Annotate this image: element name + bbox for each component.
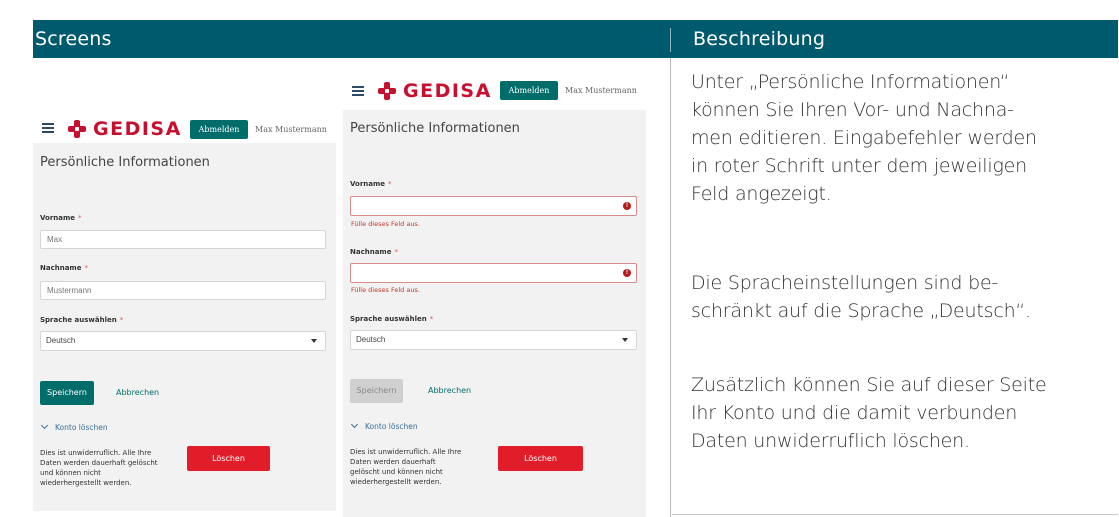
description-paragraph-2: Die Spracheinstellungen sind be- schränk… bbox=[691, 272, 1031, 322]
last-name-field[interactable]: Mustermann bbox=[40, 281, 326, 300]
description-paragraph-1: Unter „Persönliche Informationen“ können… bbox=[691, 71, 1037, 205]
screen1-form: Persönliche Informationen Vorname * Max N… bbox=[33, 143, 336, 511]
language-select[interactable]: Deutsch bbox=[40, 331, 326, 351]
hamburger-icon[interactable] bbox=[352, 86, 364, 96]
first-name-field[interactable]: Max bbox=[40, 230, 326, 249]
screen2-form: Persönliche Informationen Vorname * ! Fül… bbox=[343, 110, 646, 517]
save-button[interactable]: Speichern bbox=[40, 381, 94, 405]
header-screens: Screens bbox=[35, 28, 112, 50]
chevron-down-icon bbox=[40, 421, 49, 430]
page-title: Persönliche Informationen bbox=[40, 155, 210, 170]
delete-warning: Dies ist unwiderruflich. Alle Ihre Daten… bbox=[40, 449, 158, 487]
first-name-label: Vorname * bbox=[40, 214, 82, 222]
header-description: Beschreibung bbox=[693, 28, 826, 50]
cancel-button[interactable]: Abbrechen bbox=[116, 388, 159, 397]
caret-down-icon bbox=[311, 339, 317, 343]
delete-button[interactable]: Löschen bbox=[498, 446, 583, 471]
language-label: Sprache auswählen * bbox=[350, 315, 434, 323]
table-header: Screens Beschreibung bbox=[33, 20, 1118, 58]
cancel-button[interactable]: Abbrechen bbox=[428, 386, 471, 395]
table-bottom-border bbox=[672, 514, 1118, 515]
error-icon: ! bbox=[623, 269, 631, 277]
page-title: Persönliche Informationen bbox=[350, 121, 520, 136]
delete-account-toggle[interactable]: Konto löschen bbox=[40, 421, 108, 432]
save-button-disabled[interactable]: Speichern bbox=[350, 379, 403, 403]
description-paragraph-3: Zusätzlich können Sie auf dieser Seite I… bbox=[691, 374, 1047, 452]
caret-down-icon bbox=[622, 338, 628, 342]
delete-warning: Dies ist unwiderruflich. Alle Ihre Daten… bbox=[350, 448, 462, 486]
brand-logo-text: GEDISA bbox=[93, 118, 182, 140]
column-divider bbox=[670, 58, 671, 517]
gedisa-logo-icon bbox=[68, 120, 86, 138]
gedisa-logo-icon bbox=[378, 82, 396, 100]
logout-button[interactable]: Abmelden bbox=[190, 120, 248, 139]
language-value: Deutsch bbox=[46, 336, 76, 345]
error-icon: ! bbox=[623, 202, 631, 210]
first-name-field[interactable] bbox=[350, 196, 637, 216]
last-name-label: Nachname * bbox=[350, 248, 398, 256]
language-value: Deutsch bbox=[356, 335, 386, 344]
user-name: Max Mustermann bbox=[255, 125, 327, 134]
last-name-error: Fülle dieses Feld aus. bbox=[351, 286, 420, 294]
user-name: Max Mustermann bbox=[565, 86, 637, 95]
language-select[interactable]: Deutsch bbox=[350, 330, 637, 350]
hamburger-icon[interactable] bbox=[42, 123, 54, 133]
brand-logo-text: GEDISA bbox=[403, 80, 492, 102]
language-label: Sprache auswählen * bbox=[40, 316, 124, 324]
screen2-topbar: GEDISA Abmelden Max Mustermann bbox=[343, 74, 646, 110]
screen1-topbar: GEDISA Abmelden Max Mustermann bbox=[33, 100, 336, 143]
first-name-label: Vorname * bbox=[350, 180, 392, 188]
last-name-field[interactable] bbox=[350, 263, 637, 283]
chevron-down-icon bbox=[350, 420, 359, 429]
delete-account-toggle[interactable]: Konto löschen bbox=[350, 420, 418, 431]
logout-button[interactable]: Abmelden bbox=[500, 81, 558, 100]
header-divider bbox=[670, 28, 671, 52]
first-name-error: Fülle dieses Feld aus. bbox=[351, 220, 420, 228]
last-name-label: Nachname * bbox=[40, 264, 88, 272]
delete-button[interactable]: Löschen bbox=[187, 446, 270, 471]
